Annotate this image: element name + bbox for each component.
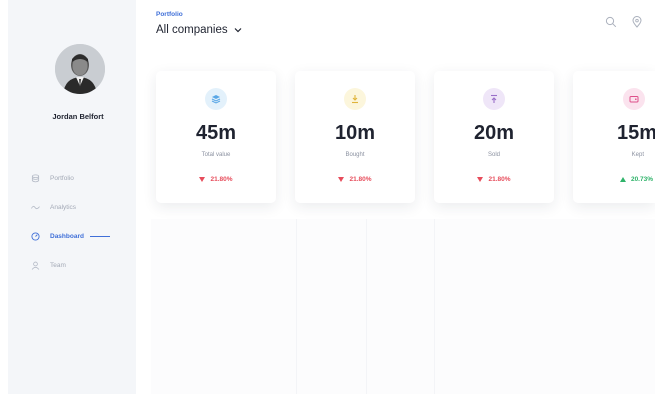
location-pin-icon[interactable]	[631, 16, 643, 28]
triangle-down-icon	[338, 177, 345, 182]
sidebar-nav: Portfolio Analytics Dashboard Team	[30, 164, 110, 280]
card-badge	[483, 88, 505, 110]
panel-divider	[366, 219, 367, 394]
wave-icon	[30, 203, 40, 213]
card-badge	[623, 88, 645, 110]
card-change: 21.80%	[295, 176, 415, 183]
card-change-value: 20.73%	[630, 176, 653, 183]
sidebar-item-label: Team	[50, 262, 66, 269]
triangle-down-icon	[477, 177, 484, 182]
sidebar-item-team[interactable]: Team	[30, 251, 110, 280]
search-icon[interactable]	[605, 16, 617, 28]
panel-divider	[296, 219, 297, 394]
stat-card-total-value[interactable]: 45m Total value 21.80%	[156, 71, 276, 203]
card-label: Kept	[631, 152, 644, 158]
card-change-value: 21.80%	[210, 176, 233, 183]
sidebar-item-label: Analytics	[50, 204, 77, 211]
stat-card-bought[interactable]: 10m Bought 21.80%	[295, 71, 415, 203]
sidebar-item-label: Dashboard	[50, 233, 84, 240]
user-icon	[30, 261, 40, 271]
sidebar-item-analytics[interactable]: Analytics	[30, 193, 110, 222]
card-change-value: 21.80%	[488, 176, 511, 183]
card-change-value: 21.80%	[349, 176, 372, 183]
triangle-down-icon	[199, 177, 206, 182]
database-icon	[30, 174, 40, 184]
avatar-portrait-icon	[55, 44, 105, 94]
layers-icon	[211, 95, 221, 104]
sidebar-item-dashboard[interactable]: Dashboard	[30, 222, 110, 251]
avatar[interactable]	[55, 44, 105, 94]
arrow-up-tray-icon	[491, 94, 497, 103]
sidebar-item-portfolio[interactable]: Portfolio	[30, 164, 110, 193]
sidebar-item-label: Portfolio	[50, 175, 74, 182]
panel-divider	[434, 219, 435, 394]
card-change: 21.80%	[156, 176, 276, 183]
card-badge	[344, 88, 366, 110]
card-change: 21.80%	[434, 176, 554, 183]
card-value: 45m	[195, 122, 237, 144]
gauge-icon	[30, 232, 40, 242]
card-label: Total value	[201, 152, 231, 158]
user-name: Jordan Belfort	[52, 112, 104, 121]
chevron-down-icon	[234, 28, 242, 33]
content-panel	[151, 219, 655, 394]
stat-card-sold[interactable]: 20m Sold 21.80%	[434, 71, 554, 203]
stat-card-kept[interactable]: 15m Kept 20.73%	[573, 71, 655, 203]
arrow-down-tray-icon	[352, 95, 358, 104]
page-title: All companies	[156, 24, 228, 36]
top-toolbar	[605, 16, 643, 28]
card-label: Bought	[345, 152, 365, 158]
sidebar: Jordan Belfort Portfolio Analytics Dashb…	[8, 0, 136, 394]
card-label: Sold	[487, 152, 500, 158]
card-value: 15m	[616, 122, 655, 144]
card-badge	[205, 88, 227, 110]
breadcrumb[interactable]: Portfolio	[156, 11, 183, 18]
wallet-icon	[629, 96, 639, 103]
card-value: 20m	[473, 122, 515, 144]
triangle-up-icon	[619, 177, 626, 182]
company-selector[interactable]: All companies	[156, 24, 242, 36]
card-value: 10m	[334, 122, 376, 144]
card-change: 20.73%	[573, 176, 655, 183]
active-indicator	[89, 236, 110, 237]
